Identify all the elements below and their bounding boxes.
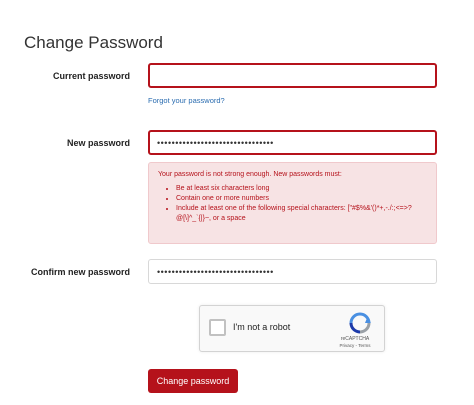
forgot-password-link[interactable]: Forgot your password? <box>148 96 225 105</box>
recaptcha-widget: I'm not a robot reCAPTCHA Privacy - Term… <box>199 305 385 352</box>
alert-rule: Be at least six characters long <box>176 184 427 194</box>
recaptcha-logo-icon <box>349 312 371 334</box>
page-title: Change Password <box>24 33 163 52</box>
new-password-label: New password <box>66 138 130 148</box>
current-password-field[interactable] <box>148 63 437 88</box>
current-password-label: Current password <box>52 71 130 81</box>
alert-intro: Your password is not strong enough. New … <box>158 171 342 178</box>
recaptcha-brand: reCAPTCHA <box>340 336 370 342</box>
recaptcha-links[interactable]: Privacy - Terms <box>335 343 375 348</box>
recaptcha-label: I'm not a robot <box>233 322 291 332</box>
password-strength-alert: Your password is not strong enough. New … <box>148 162 437 244</box>
alert-rule: Contain one or more numbers <box>176 194 427 204</box>
change-password-button[interactable]: Change password <box>148 369 238 393</box>
confirm-password-field[interactable]: •••••••••••••••••••••••••••••••• <box>148 259 437 284</box>
new-password-field[interactable]: •••••••••••••••••••••••••••••••• <box>148 130 437 155</box>
alert-rule: Include at least one of the following sp… <box>176 204 427 224</box>
alert-rules-list: Be at least six characters long Contain … <box>158 184 427 224</box>
recaptcha-checkbox[interactable] <box>209 319 226 336</box>
confirm-password-label: Confirm new password <box>30 267 130 277</box>
